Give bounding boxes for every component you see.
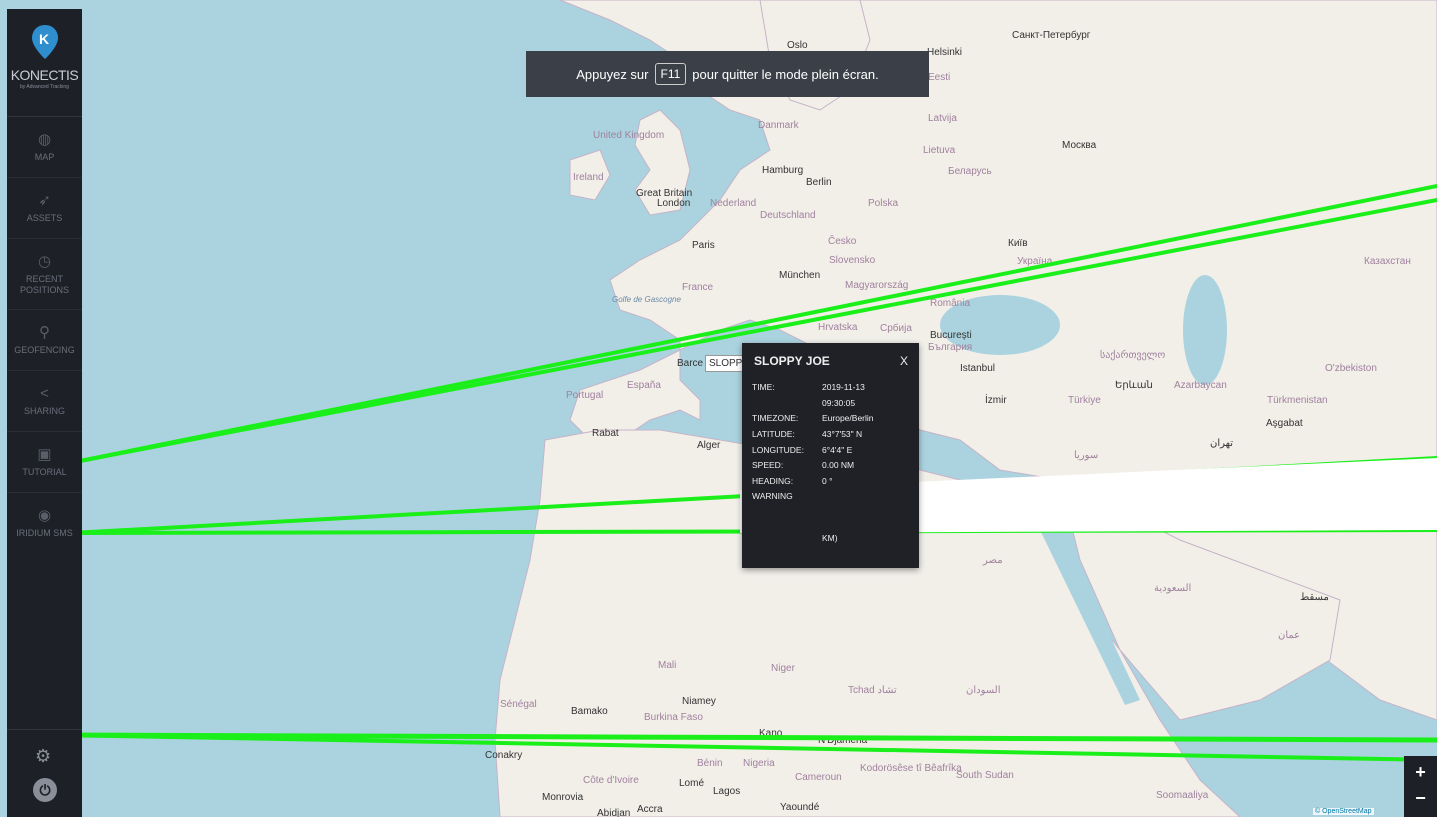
gear-icon[interactable]: ⚙: [35, 746, 51, 767]
sidebar-item-geofencing[interactable]: ⚲ GEOFENCING: [7, 310, 82, 371]
brand-name: KONECTIS: [10, 67, 79, 83]
popup-row-label: TIME:: [752, 382, 775, 392]
popup-row-value: 0 °: [822, 476, 833, 486]
popup-row-label: TIMEZONE:: [752, 413, 799, 423]
zoom-in-button[interactable]: +: [1404, 762, 1437, 783]
popup-title: SLOPPY JOE: [754, 354, 830, 368]
sidebar-item-tutorial[interactable]: ▣ TUTORIAL: [7, 432, 82, 493]
rocket-icon: ➶: [38, 192, 51, 209]
sidebar-item-assets[interactable]: ➶ ASSETS: [7, 178, 82, 239]
chat-icon: ▣: [37, 446, 52, 463]
banner-key: F11: [654, 63, 687, 85]
popup-row-value: Europe/Berlin: [822, 413, 874, 423]
fullscreen-banner: Appuyez sur F11 pour quitter le mode ple…: [526, 51, 929, 97]
banner-text-pre: Appuyez sur: [576, 66, 649, 82]
popup-close-button[interactable]: X: [900, 354, 908, 368]
brand-tagline: by Advanced Tracking: [20, 84, 69, 90]
popup-row-label: HEADING:: [752, 476, 794, 486]
sidebar-item-label: SHARING: [23, 406, 65, 416]
clock-icon: ◷: [37, 253, 52, 270]
popup-row-value: 0.00 NM: [822, 460, 855, 470]
brand-logo[interactable]: K KONECTIS by Advanced Tracking: [7, 9, 82, 117]
popup-row-value: 43°7'53" N: [822, 429, 863, 439]
route-lines-overlay: [59, 184, 1437, 762]
globe-icon: ◍: [37, 131, 52, 148]
sidebar-item-label: ASSETS: [26, 213, 63, 223]
svg-text:K: K: [39, 31, 49, 47]
map-attribution[interactable]: © OpenStreetMap: [1313, 808, 1374, 815]
sidebar-item-label: MAP: [34, 152, 55, 162]
sidebar-item-label: RECENT POSITIONS: [19, 274, 69, 295]
konectis-pin-icon: K: [32, 25, 58, 59]
sidebar-item-label: TUTORIAL: [22, 467, 67, 477]
popup-row-label: LATITUDE:: [752, 429, 795, 439]
popup-row-value: 09:30:05: [822, 398, 856, 408]
marker-label[interactable]: SLOPP: [705, 355, 747, 372]
popup-row-value: 6°4'4" E: [822, 445, 853, 455]
zoom-control: + −: [1404, 756, 1437, 817]
sidebar-item-sharing[interactable]: < SHARING: [7, 371, 82, 432]
satellite-icon: ◉: [37, 507, 52, 524]
sidebar-bottom: ⚙ ⏻: [7, 729, 82, 818]
popup-row-value: KM): [822, 533, 838, 543]
zoom-out-button[interactable]: −: [1404, 788, 1437, 809]
sidebar-item-label: GEOFENCING: [14, 345, 75, 355]
sidebar-item-map[interactable]: ◍ MAP: [7, 117, 82, 178]
sidebar-item-iridium-sms[interactable]: ◉ IRIDIUM SMS: [7, 493, 82, 553]
sidebar-item-label: IRIDIUM SMS: [16, 528, 73, 538]
asset-popup: SLOPPY JOE X TIME: 2019-11-13 09:30:05 T…: [742, 343, 919, 568]
popup-row-label: WARNING: [752, 491, 793, 501]
sidebar: K KONECTIS by Advanced Tracking ◍ MAP ➶ …: [7, 9, 82, 817]
pin-icon: ⚲: [39, 324, 50, 341]
power-icon[interactable]: ⏻: [33, 778, 57, 802]
sidebar-item-recent-positions[interactable]: ◷ RECENT POSITIONS: [7, 239, 82, 310]
banner-text-post: pour quitter le mode plein écran.: [692, 66, 879, 82]
popup-row-value: 2019-11-13: [822, 382, 865, 392]
share-icon: <: [40, 385, 49, 402]
popup-row-label: LONGITUDE:: [752, 445, 804, 455]
popup-row-label: SPEED:: [752, 460, 784, 470]
